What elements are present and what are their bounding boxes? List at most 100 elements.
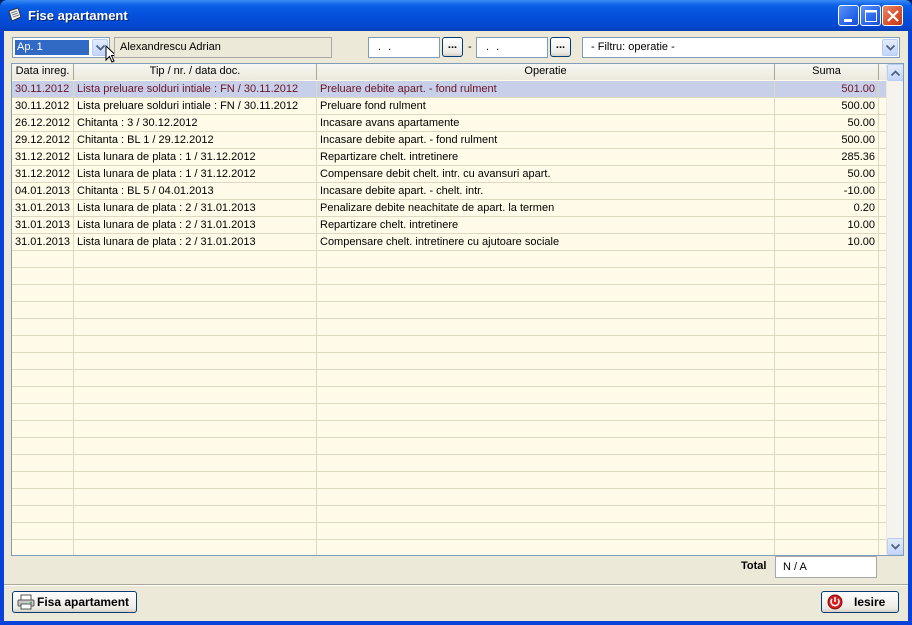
table-row[interactable]: 29.12.2012 Chitanta : BL 1 / 29.12.2012 In… [12,132,886,149]
cell-amount: 501.00 [775,81,879,97]
table-row-empty[interactable] [12,455,886,472]
scroll-up-button[interactable] [887,64,903,81]
cell-operation [317,336,775,352]
table-row[interactable]: 30.11.2012 Lista preluare solduri intiale… [12,98,886,115]
cell-date: 31.12.2012 [12,166,74,182]
cell-document: Lista preluare solduri intiale : FN / 30… [74,98,317,114]
cell-operation [317,302,775,318]
cell-document: Lista preluare solduri intiale : FN / 30… [74,81,317,97]
date-to-picker-button[interactable]: ... [550,37,571,57]
cell-date [12,523,74,539]
cell-amount [775,319,879,335]
cell-operation: Preluare debite apart. - fond rulment [317,81,775,97]
table-row-empty[interactable] [12,353,886,370]
column-header-amount[interactable]: Suma [775,64,879,80]
column-header-date[interactable]: Data inreg. [12,64,74,80]
table-row-empty[interactable] [12,404,886,421]
cell-operation [317,421,775,437]
cell-date [12,506,74,522]
cell-document [74,438,317,454]
table-row[interactable]: 31.12.2012 Lista lunara de plata : 1 / 31… [12,166,886,183]
cell-amount [775,472,879,488]
scroll-down-button[interactable] [887,538,903,555]
cell-document [74,336,317,352]
close-button[interactable] [882,5,903,26]
cell-document [74,387,317,403]
table-row-empty[interactable] [12,387,886,404]
cell-date: 30.11.2012 [12,98,74,114]
cell-operation [317,353,775,369]
table-row-empty[interactable] [12,421,886,438]
cell-amount [775,421,879,437]
table-row-empty[interactable] [12,506,886,523]
exit-button[interactable]: Iesire [821,591,899,613]
cell-amount [775,285,879,301]
table-row[interactable]: 31.01.2013 Lista lunara de plata : 2 / 31… [12,234,886,251]
column-header-operation[interactable]: Operatie [317,64,775,80]
cell-operation: Incasare debite apart. - fond rulment [317,132,775,148]
cell-document: Lista lunara de plata : 2 / 31.01.2013 [74,200,317,216]
table-row[interactable]: 31.01.2013 Lista lunara de plata : 2 / 31… [12,217,886,234]
cell-date [12,319,74,335]
title-bar[interactable]: Fise apartament [0,0,912,31]
cell-spacer [879,234,886,250]
table-row-empty[interactable] [12,285,886,302]
table-row[interactable]: 30.11.2012 Lista preluare solduri intiale… [12,81,886,98]
date-to-input[interactable]: . . [476,37,548,58]
cell-amount [775,251,879,267]
cell-operation: Incasare debite apart. - chelt. intr. [317,183,775,199]
filter-dropdown-button[interactable] [882,39,898,56]
table-row-empty[interactable] [12,370,886,387]
minimize-icon [844,19,852,22]
transactions-table[interactable]: Data inreg. Tip / nr. / data doc. Operat… [11,63,904,556]
cell-spacer [879,268,886,284]
apartment-select[interactable]: Ap. 1 [12,37,110,58]
cell-document [74,285,317,301]
cell-operation [317,404,775,420]
date-from-input[interactable]: . . [368,37,440,58]
table-row-empty[interactable] [12,540,886,555]
table-row[interactable]: 31.12.2012 Lista lunara de plata : 1 / 31… [12,149,886,166]
printer-icon [17,594,35,610]
chevron-down-icon [886,45,895,51]
cell-amount [775,523,879,539]
maximize-button[interactable] [860,5,881,26]
total-value-field: N / A [775,556,877,578]
cell-amount: 500.00 [775,98,879,114]
cell-spacer [879,319,886,335]
footer-divider [4,584,908,586]
minimize-button[interactable] [838,5,859,26]
table-row[interactable]: 04.01.2013 Chitanta : BL 5 / 04.01.2013 In… [12,183,886,200]
app-window: Fise apartament Ap. 1 Alexandrescu Adria… [0,0,912,625]
table-row-empty[interactable] [12,319,886,336]
cell-operation [317,489,775,505]
column-header-document[interactable]: Tip / nr. / data doc. [74,64,317,80]
cell-document: Chitanta : BL 1 / 29.12.2012 [74,132,317,148]
cell-amount [775,455,879,471]
cell-document [74,370,317,386]
table-row-empty[interactable] [12,438,886,455]
cell-document [74,489,317,505]
operation-filter-select[interactable]: - Filtru: operatie - [582,37,900,58]
print-apartment-sheet-button[interactable]: Fisa apartament [12,591,137,613]
table-row-empty[interactable] [12,472,886,489]
table-row[interactable]: 31.01.2013 Lista lunara de plata : 2 / 31… [12,200,886,217]
table-row[interactable]: 26.12.2012 Chitanta : 3 / 30.12.2012 Incas… [12,115,886,132]
cell-operation: Penalizare debite neachitate de apart. l… [317,200,775,216]
chevron-up-icon [891,70,900,76]
apartment-value: Ap. 1 [15,40,89,55]
cell-amount: 50.00 [775,115,879,131]
cell-date: 29.12.2012 [12,132,74,148]
table-row-empty[interactable] [12,251,886,268]
table-row-empty[interactable] [12,302,886,319]
vertical-scrollbar[interactable] [886,64,903,555]
table-row-empty[interactable] [12,523,886,540]
cell-date: 04.01.2013 [12,183,74,199]
cell-date [12,353,74,369]
table-row-empty[interactable] [12,268,886,285]
date-from-picker-button[interactable]: ... [442,37,463,57]
cell-spacer [879,98,886,114]
table-row-empty[interactable] [12,336,886,353]
table-row-empty[interactable] [12,489,886,506]
chevron-down-icon [891,544,900,550]
